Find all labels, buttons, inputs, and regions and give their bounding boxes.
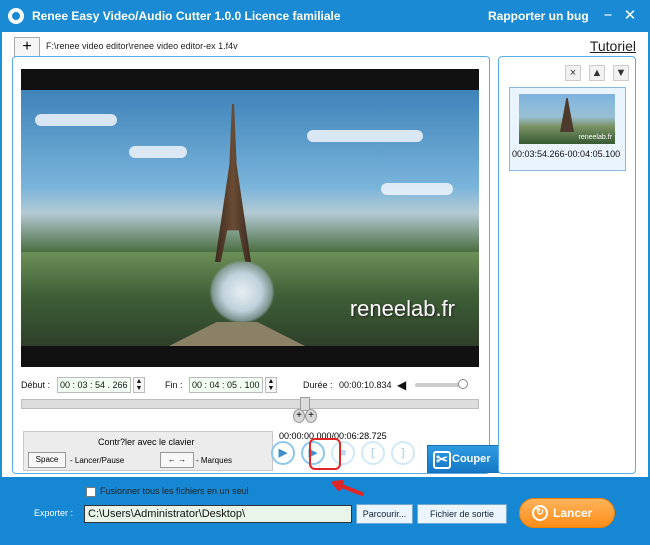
- space-key-label: Space: [28, 452, 66, 468]
- export-footer: Fusionner tous les fichiers en un seul E…: [0, 477, 650, 545]
- title-bar: Renee Easy Video/Audio Cutter 1.0.0 Lice…: [0, 0, 650, 32]
- end-label: Fin :: [165, 380, 183, 390]
- cut-time-controls: Début : 00 : 03 : 54 . 266 ▲ ▼ Fin : 00 :…: [21, 377, 479, 395]
- window-title: Renee Easy Video/Audio Cutter 1.0.0 Lice…: [32, 9, 341, 23]
- move-up-icon: ▲: [591, 67, 603, 79]
- move-down-icon: ▼: [615, 67, 627, 79]
- eiffel-tower-shape: [560, 98, 574, 132]
- play-button[interactable]: ▶: [271, 441, 295, 465]
- start-marker-handle[interactable]: +: [293, 409, 305, 423]
- cut-button-label: Couper: [452, 453, 491, 465]
- cloud-shape: [35, 114, 117, 126]
- clip-thumbnail: reneelab.fr: [519, 94, 615, 144]
- arrow-keys-action: - Marques: [196, 456, 233, 465]
- end-time-input[interactable]: 00 : 04 : 05 . 100: [189, 377, 263, 393]
- cloud-shape: [307, 130, 423, 142]
- report-bug-link[interactable]: Rapporter un bug: [488, 9, 589, 23]
- cut-button[interactable]: ✂ Couper: [427, 445, 503, 473]
- mark-end-button: ]: [391, 441, 415, 465]
- end-marker-handle[interactable]: +: [305, 409, 317, 423]
- space-key-action: - Lancer/Pause: [70, 456, 125, 465]
- volume-slider[interactable]: [415, 379, 468, 389]
- export-label: Exporter :: [34, 508, 74, 518]
- merge-files-checkbox[interactable]: [86, 487, 96, 497]
- main-content: + F:\renee video editor\renee video edit…: [2, 32, 648, 477]
- start-label: Début :: [21, 380, 51, 390]
- scissors-icon: ✂: [433, 451, 451, 469]
- end-time-stepper[interactable]: ▲ ▼: [265, 377, 277, 393]
- cloud-shape: [381, 183, 453, 195]
- output-file-button[interactable]: Fichier de sortie: [417, 504, 507, 524]
- delete-icon: ×: [569, 67, 577, 79]
- tutorial-link[interactable]: Tutoriel: [590, 38, 636, 54]
- clip-list-panel: × ▲ ▼ reneelab.fr 00:03:54.266-00:04:05.…: [498, 56, 636, 474]
- arrow-keys-label: ← →: [160, 452, 194, 468]
- video-frame: reneelab.fr: [21, 90, 479, 346]
- start-time-input[interactable]: 00 : 03 : 54 . 266: [57, 377, 131, 393]
- mark-start-button: [: [361, 441, 385, 465]
- minimize-icon[interactable]: −: [598, 6, 618, 26]
- export-path-input[interactable]: C:\Users\Administrator\Desktop\: [84, 505, 352, 523]
- clip-time-range: 00:03:54.266-00:04:05.100: [512, 149, 621, 159]
- launch-button[interactable]: ↻ Lancer: [519, 498, 615, 528]
- arrow-shape: [332, 480, 364, 496]
- volume-thumb[interactable]: [458, 379, 468, 389]
- mark-start-icon: [: [371, 447, 375, 459]
- merge-files-label: Fusionner tous les fichiers en un seul: [100, 486, 249, 496]
- red-annotation-arrow: [332, 480, 364, 496]
- current-file-path: F:\renee video editor\renee video editor…: [46, 41, 238, 51]
- delete-clip-button[interactable]: ×: [565, 65, 581, 81]
- cloud-shape: [129, 146, 187, 158]
- preview-button-highlight: [309, 438, 341, 470]
- mark-end-icon: ]: [401, 447, 405, 459]
- play-icon: ▶: [278, 447, 288, 459]
- close-icon[interactable]: ✕: [620, 6, 640, 26]
- eiffel-tower-shape: [215, 104, 251, 262]
- video-player[interactable]: reneelab.fr: [21, 69, 479, 367]
- fountain-shape: [209, 260, 275, 324]
- duration-label: Durée :: [303, 380, 333, 390]
- refresh-icon: ↻: [532, 505, 548, 521]
- move-clip-up-button[interactable]: ▲: [589, 65, 605, 81]
- application-window: Renee Easy Video/Audio Cutter 1.0.0 Lice…: [0, 0, 650, 545]
- browse-button[interactable]: Parcourir...: [356, 504, 413, 524]
- clip-list-item[interactable]: reneelab.fr 00:03:54.266-00:04:05.100: [509, 87, 626, 171]
- clip-watermark: reneelab.fr: [578, 134, 612, 141]
- move-clip-down-button[interactable]: ▼: [613, 65, 629, 81]
- volume-icon[interactable]: ◀: [397, 378, 406, 392]
- video-editor-panel: reneelab.fr Début : 00 : 03 : 54 . 266 ▲…: [12, 56, 503, 474]
- keyboard-shortcuts-panel: Contr?ler avec le clavier Space - Lancer…: [23, 431, 273, 471]
- start-time-stepper[interactable]: ▲ ▼: [133, 377, 145, 393]
- video-watermark: reneelab.fr: [349, 296, 455, 321]
- duration-value: 00:00:10.834: [339, 380, 392, 390]
- add-file-button[interactable]: +: [14, 37, 40, 57]
- add-file-icon: +: [22, 38, 32, 55]
- timeline-slider[interactable]: [21, 397, 479, 411]
- app-logo-icon: [8, 8, 24, 24]
- launch-label: Lancer: [553, 506, 593, 520]
- keyboard-help-title: Contr?ler avec le clavier: [98, 437, 195, 447]
